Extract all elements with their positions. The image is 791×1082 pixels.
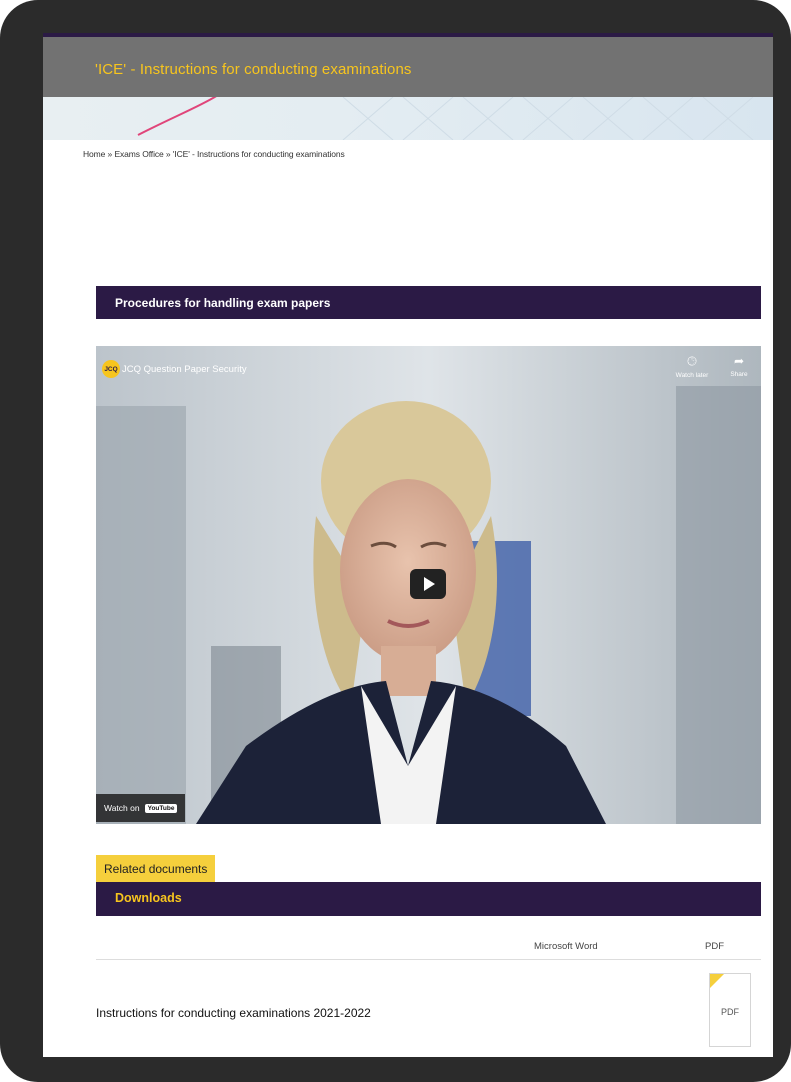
share-label: Share <box>730 371 748 378</box>
downloads-section-title: Downloads <box>115 891 182 905</box>
youtube-logo-icon: YouTube <box>144 803 178 813</box>
page-title: 'ICE' - Instructions for conducting exam… <box>95 61 412 78</box>
watch-later-button[interactable]: 🕒︎ Watch later <box>672 354 712 379</box>
play-icon <box>424 577 435 591</box>
device-frame: 'ICE' - Instructions for conducting exam… <box>0 0 791 1082</box>
table-divider <box>96 959 761 960</box>
browser-viewport: 'ICE' - Instructions for conducting exam… <box>43 33 773 1057</box>
column-header-pdf: PDF <box>705 941 724 952</box>
breadcrumb: Home » Exams Office » 'ICE' - Instructio… <box>83 149 345 159</box>
pdf-download-icon[interactable]: PDF <box>709 973 751 1047</box>
play-button[interactable] <box>410 569 446 599</box>
column-header-microsoft-word: Microsoft Word <box>534 941 598 952</box>
downloads-section-header: Downloads <box>96 882 761 916</box>
header-banner-image <box>43 97 773 140</box>
breadcrumb-home-link[interactable]: Home <box>83 149 105 159</box>
page-header: 'ICE' - Instructions for conducting exam… <box>43 37 773 97</box>
banner-pattern <box>137 97 754 140</box>
pdf-icon-label: PDF <box>721 1007 739 1017</box>
document-title: Instructions for conducting examinations… <box>96 1006 371 1020</box>
share-arrow-icon: ➦ <box>733 354 745 368</box>
share-button[interactable]: ➦ Share <box>724 354 754 378</box>
related-documents-tab[interactable]: Related documents <box>96 855 216 882</box>
procedures-section-header: Procedures for handling exam papers <box>96 286 761 319</box>
video-player[interactable]: JCQ JCQ Question Paper Security 🕒︎ Watch… <box>96 346 761 824</box>
channel-logo[interactable]: JCQ <box>102 360 120 378</box>
pdf-corner-fold <box>710 974 724 988</box>
video-title[interactable]: JCQ Question Paper Security <box>122 364 247 375</box>
watch-on-youtube-button[interactable]: Watch on YouTube <box>96 794 186 822</box>
watch-later-label: Watch later <box>675 372 709 379</box>
procedures-section-title: Procedures for handling exam papers <box>115 296 331 310</box>
watch-on-label: Watch on <box>104 803 140 813</box>
breadcrumb-separator: » <box>107 149 113 159</box>
clock-icon: 🕒︎ <box>687 354 697 368</box>
breadcrumb-current: 'ICE' - Instructions for conducting exam… <box>172 149 345 159</box>
breadcrumb-exams-office-link[interactable]: Exams Office <box>114 149 163 159</box>
breadcrumb-separator: » <box>165 149 171 159</box>
